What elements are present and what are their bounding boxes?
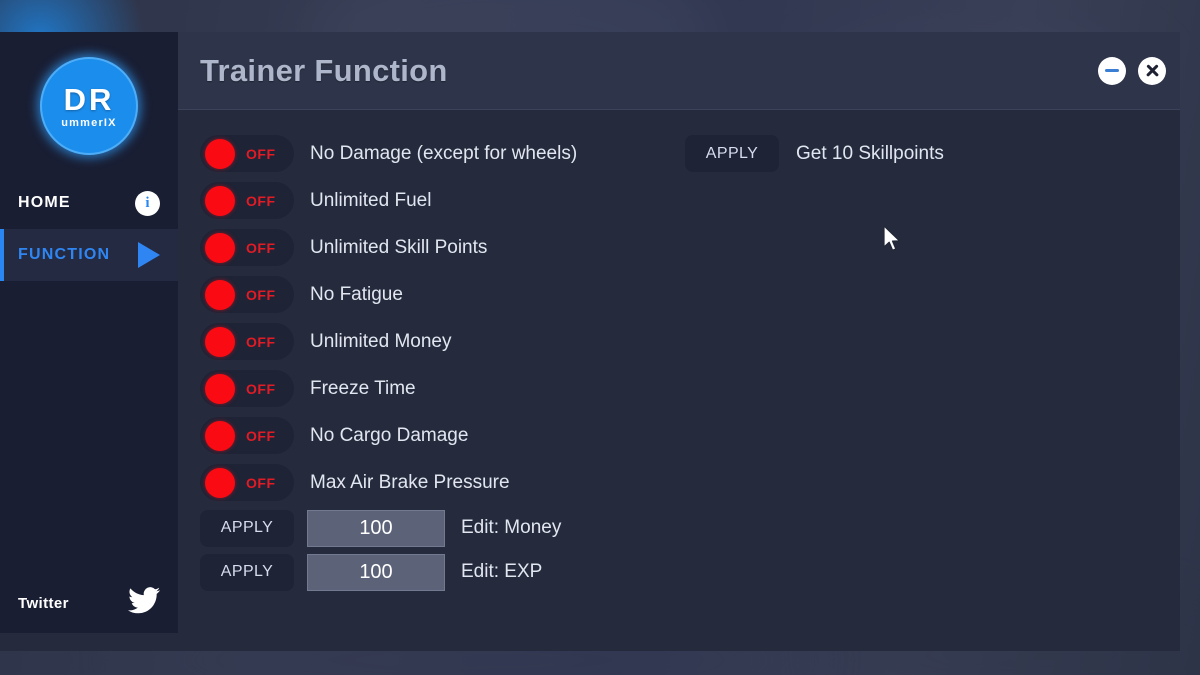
- minimize-icon[interactable]: [1098, 56, 1126, 85]
- feature-list: OFF No Damage (except for wheels) OFF Un…: [200, 130, 680, 651]
- toggle-knob: [205, 138, 235, 169]
- feature-row: OFF Unlimited Skill Points: [200, 224, 680, 271]
- toggle-state-label: OFF: [246, 333, 276, 350]
- info-icon[interactable]: i: [135, 190, 160, 216]
- feature-row: OFF No Damage (except for wheels): [200, 130, 680, 177]
- content-area: OFF No Damage (except for wheels) OFF Un…: [178, 110, 1180, 651]
- apply-money-button[interactable]: APPLY: [200, 509, 294, 547]
- main-panel: Trainer Function OFF No Damage (except f…: [178, 32, 1180, 651]
- toggle-knob: [205, 326, 235, 357]
- minimize-dash: [1105, 69, 1119, 72]
- skillpoints-label: Get 10 Skillpoints: [796, 142, 944, 164]
- feature-row: OFF Unlimited Fuel: [200, 177, 680, 224]
- sidebar-item-home-label: HOME: [18, 194, 71, 211]
- play-triangle-icon: [138, 242, 160, 268]
- feature-label: Unlimited Fuel: [310, 189, 432, 211]
- toggle-unlimited-skill-points[interactable]: OFF: [200, 229, 294, 266]
- app-logo: DR ummerIX: [0, 32, 178, 155]
- close-x: [1145, 63, 1160, 78]
- toggle-state-label: OFF: [246, 380, 276, 397]
- toggle-knob: [205, 185, 235, 216]
- feature-label: No Cargo Damage: [310, 424, 469, 446]
- logo-secondary-text: ummerIX: [61, 116, 117, 129]
- sidebar-item-function-label: FUNCTION: [18, 246, 111, 263]
- toggle-no-damage[interactable]: OFF: [200, 135, 294, 172]
- feature-label: Max Air Brake Pressure: [310, 471, 510, 493]
- sidebar-item-home[interactable]: HOME i: [0, 177, 178, 229]
- toggle-knob: [205, 373, 235, 404]
- title-bar: Trainer Function: [178, 32, 1180, 110]
- edit-exp-row: APPLY Edit: EXP: [200, 550, 680, 594]
- edit-money-row: APPLY Edit: Money: [200, 506, 680, 550]
- toggle-freeze-time[interactable]: OFF: [200, 370, 294, 407]
- toggle-state-label: OFF: [246, 145, 276, 162]
- toggle-knob: [205, 279, 235, 310]
- toggle-knob: [205, 232, 235, 263]
- feature-row: OFF Unlimited Money: [200, 318, 680, 365]
- trainer-window: DR ummerIX HOME i FUNCTION Twitter Train…: [0, 32, 1180, 651]
- feature-row: OFF Max Air Brake Pressure: [200, 459, 680, 506]
- money-input[interactable]: [307, 509, 445, 547]
- sidebar: DR ummerIX HOME i FUNCTION Twitter: [0, 32, 178, 633]
- sidebar-item-function[interactable]: FUNCTION: [0, 229, 178, 281]
- action-list: APPLY Get 10 Skillpoints: [680, 130, 1180, 651]
- toggle-knob: [205, 420, 235, 451]
- feature-label: Freeze Time: [310, 377, 416, 399]
- twitter-bird-icon: [128, 587, 160, 619]
- logo-primary-text: DR: [63, 81, 115, 117]
- apply-exp-button[interactable]: APPLY: [200, 553, 294, 591]
- toggle-state-label: OFF: [246, 427, 276, 444]
- twitter-label: Twitter: [18, 594, 69, 612]
- feature-row: OFF No Cargo Damage: [200, 412, 680, 459]
- toggle-knob: [205, 467, 235, 498]
- edit-money-label: Edit: Money: [461, 517, 562, 538]
- feature-row: OFF No Fatigue: [200, 271, 680, 318]
- window-controls: [1098, 56, 1166, 85]
- exp-input[interactable]: [307, 553, 445, 591]
- feature-label: Unlimited Money: [310, 330, 452, 352]
- toggle-state-label: OFF: [246, 239, 276, 256]
- feature-row: OFF Freeze Time: [200, 365, 680, 412]
- toggle-no-fatigue[interactable]: OFF: [200, 276, 294, 313]
- toggle-unlimited-money[interactable]: OFF: [200, 323, 294, 360]
- toggle-unlimited-fuel[interactable]: OFF: [200, 182, 294, 219]
- feature-label: No Fatigue: [310, 283, 403, 305]
- apply-skillpoints-button[interactable]: APPLY: [685, 135, 779, 172]
- skillpoints-row: APPLY Get 10 Skillpoints: [685, 130, 1180, 177]
- close-icon[interactable]: [1138, 56, 1166, 85]
- toggle-state-label: OFF: [246, 192, 276, 209]
- feature-label: No Damage (except for wheels): [310, 142, 578, 164]
- page-title: Trainer Function: [200, 52, 448, 88]
- logo-circle: DR ummerIX: [40, 57, 138, 155]
- toggle-state-label: OFF: [246, 286, 276, 303]
- feature-label: Unlimited Skill Points: [310, 236, 488, 258]
- twitter-link[interactable]: Twitter: [0, 581, 178, 625]
- toggle-state-label: OFF: [246, 474, 276, 491]
- edit-exp-label: Edit: EXP: [461, 561, 543, 582]
- toggle-no-cargo-damage[interactable]: OFF: [200, 417, 294, 454]
- toggle-max-air-brake-pressure[interactable]: OFF: [200, 464, 294, 501]
